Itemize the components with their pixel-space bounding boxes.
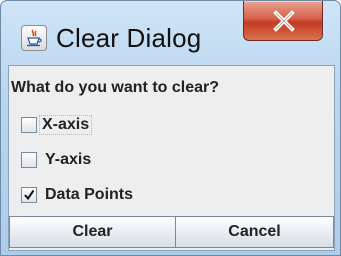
data-points-label: Data Points xyxy=(45,186,134,203)
checkmark-icon xyxy=(24,189,35,201)
prompt-label: What do you want to clear? xyxy=(11,79,220,96)
y-axis-option[interactable]: Y-axis xyxy=(21,149,91,171)
clear-button[interactable]: Clear xyxy=(9,216,176,248)
title-bar[interactable]: Clear Dialog xyxy=(1,1,340,63)
java-cup-icon[interactable] xyxy=(21,25,47,51)
window-title: Clear Dialog xyxy=(56,23,202,53)
y-axis-label: Y-axis xyxy=(45,151,92,168)
data-points-checkbox[interactable] xyxy=(21,187,37,203)
x-axis-label: X-axis xyxy=(39,115,93,135)
data-points-option[interactable]: Data Points xyxy=(21,184,133,206)
y-axis-checkbox[interactable] xyxy=(21,152,37,168)
cancel-button[interactable]: Cancel xyxy=(175,216,334,248)
button-row: Clear Cancel xyxy=(9,216,334,248)
clear-dialog-window: Clear Dialog What do you want to clear? … xyxy=(0,0,341,256)
x-axis-checkbox[interactable] xyxy=(21,117,37,133)
dialog-content: What do you want to clear? X-axis Y-axis… xyxy=(8,65,335,251)
x-axis-option[interactable]: X-axis xyxy=(21,114,93,136)
close-icon xyxy=(273,10,295,32)
close-button[interactable] xyxy=(243,1,323,41)
